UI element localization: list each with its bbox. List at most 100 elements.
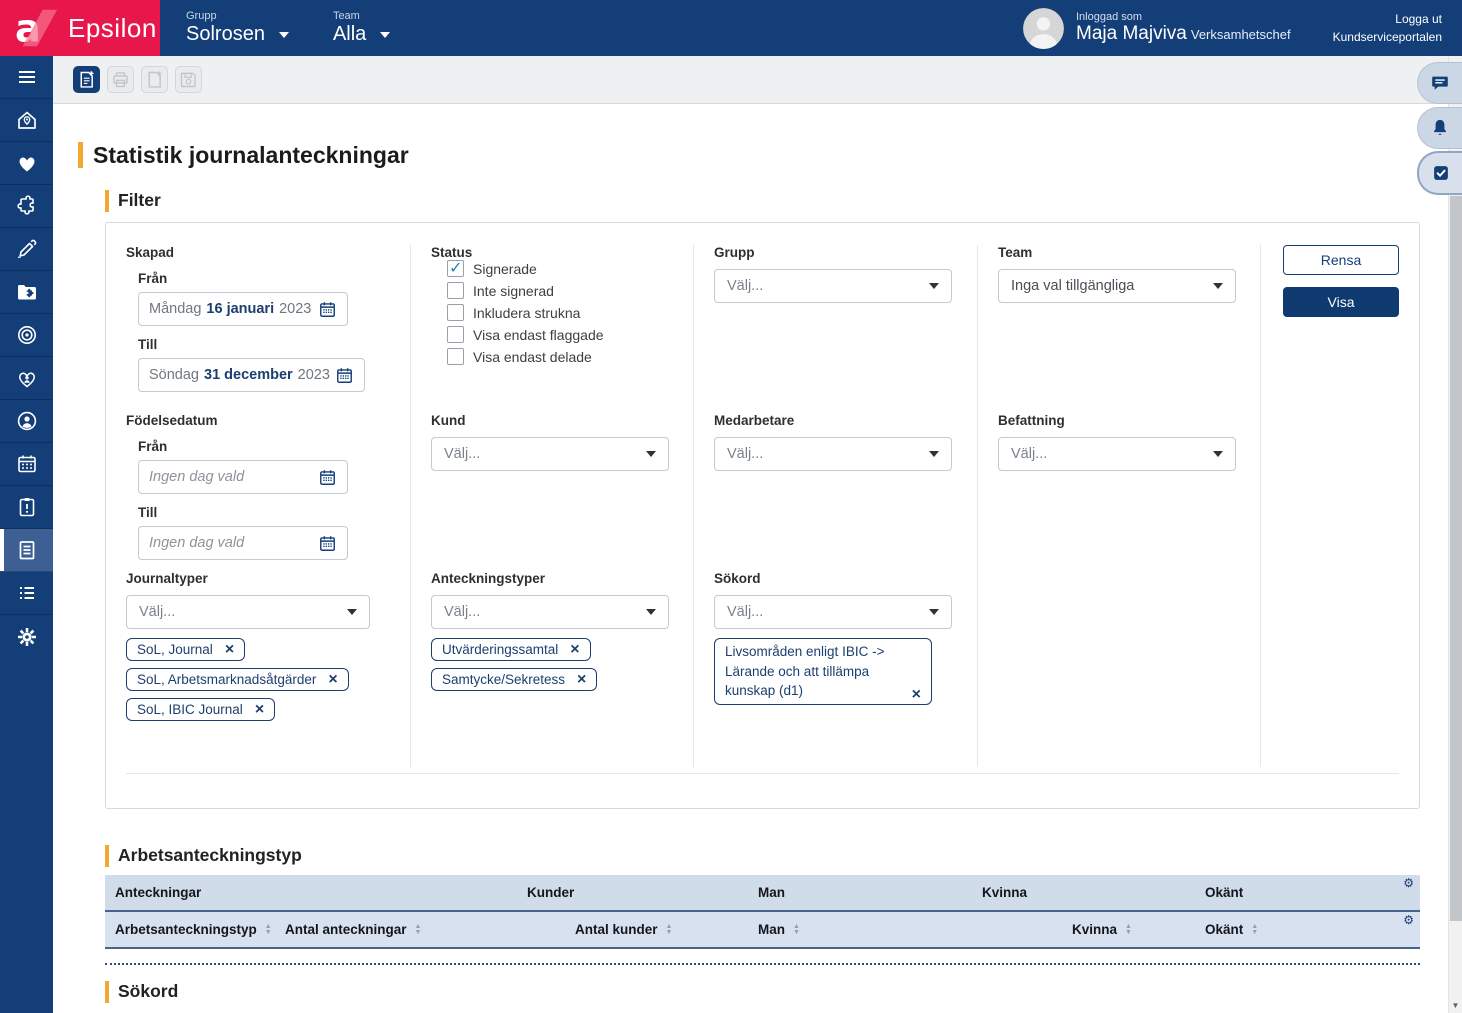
col-header-kvinna[interactable]: Kvinna▲▼ bbox=[972, 922, 1195, 937]
col-header-arbetsanteckningstyp[interactable]: Arbetsanteckningstyp▲▼ bbox=[105, 922, 275, 937]
team-value: Alla bbox=[333, 23, 366, 46]
grupp-dropdown[interactable]: Välj... bbox=[714, 269, 952, 303]
table-settings-gear-icon[interactable]: ⚙ bbox=[1403, 877, 1414, 889]
anteckningstyper-dropdown[interactable]: Välj... bbox=[431, 595, 669, 629]
remove-chip-icon[interactable]: × bbox=[912, 688, 921, 701]
calendar-picker-icon[interactable] bbox=[318, 300, 337, 319]
chip-sol-arbetsmarknadsatgarder: SoL, Arbetsmarknadsåtgärder× bbox=[126, 668, 349, 691]
col-header-antal-anteckningar[interactable]: Antal anteckningar▲▼ bbox=[275, 922, 517, 937]
check-square-icon bbox=[1430, 162, 1452, 184]
puzzle-icon bbox=[15, 194, 39, 218]
checkbox-inte-signerad[interactable]: Inte signerad bbox=[447, 282, 693, 299]
skapad-from-datefield[interactable]: Måndag 16 januari 2023 bbox=[138, 292, 348, 326]
col-header-antal-kunder[interactable]: Antal kunder▲▼ bbox=[517, 922, 748, 937]
epsilon-logo[interactable]: a Epsilon bbox=[0, 0, 160, 56]
sort-icon[interactable]: ▲▼ bbox=[265, 924, 272, 936]
checkbox-inkludera-strukna[interactable]: Inkludera strukna bbox=[447, 304, 693, 321]
calendar-picker-icon[interactable] bbox=[318, 534, 337, 553]
calendar-picker-icon[interactable] bbox=[335, 366, 354, 385]
col-header-man[interactable]: Man▲▼ bbox=[748, 922, 972, 937]
remove-chip-icon[interactable]: × bbox=[255, 703, 264, 716]
group-selector[interactable]: Grupp Solrosen bbox=[186, 10, 289, 46]
sidebar-item-home[interactable] bbox=[0, 99, 53, 142]
sidebar-item-goals[interactable] bbox=[0, 314, 53, 357]
sidebar-item-signing[interactable] bbox=[0, 228, 53, 271]
arbetsanteckningstyp-table: Anteckningar Kunder Man Kvinna Okänt ⚙ A… bbox=[105, 875, 1420, 965]
visa-button[interactable]: Visa bbox=[1283, 287, 1399, 317]
sort-icon[interactable]: ▲▼ bbox=[793, 924, 800, 936]
sidebar-item-tasks[interactable] bbox=[0, 486, 53, 529]
table-column-header-row: Arbetsanteckningstyp▲▼ Antal anteckninga… bbox=[105, 912, 1420, 949]
skapad-till-label: Till bbox=[138, 337, 410, 352]
remove-chip-icon[interactable]: × bbox=[577, 673, 586, 686]
user-info: Inloggad som Maja MajvivaVerksamhetschef bbox=[1023, 8, 1291, 49]
skapad-till-datefield[interactable]: Söndag 31 december 2023 bbox=[138, 358, 365, 392]
team-dropdown[interactable]: Inga val tillgängliga bbox=[998, 269, 1236, 303]
rensa-button[interactable]: Rensa bbox=[1283, 245, 1399, 275]
filter-team: Team Inga val tillgängliga bbox=[978, 245, 1261, 413]
add-document-button[interactable] bbox=[141, 66, 168, 93]
filter-heading: Filter bbox=[105, 190, 1462, 212]
save-button[interactable] bbox=[175, 66, 202, 93]
medarbetare-dropdown[interactable]: Välj... bbox=[714, 437, 952, 471]
customer-portal-link[interactable]: Kundserviceportalen bbox=[1333, 30, 1442, 44]
checkbox-unchecked bbox=[447, 282, 464, 299]
sidebar-item-lists[interactable] bbox=[0, 572, 53, 615]
print-icon bbox=[110, 69, 131, 90]
sidebar-item-archive[interactable] bbox=[0, 271, 53, 314]
befattning-dropdown[interactable]: Välj... bbox=[998, 437, 1236, 471]
calendar-picker-icon[interactable] bbox=[318, 468, 337, 487]
checkbox-visa-endast-flaggade[interactable]: Visa endast flaggade bbox=[447, 326, 693, 343]
remove-chip-icon[interactable]: × bbox=[570, 643, 579, 656]
notifications-pill-button[interactable] bbox=[1417, 107, 1462, 149]
remove-chip-icon[interactable]: × bbox=[225, 643, 234, 656]
checkbox-label: Signerade bbox=[473, 261, 537, 277]
sidebar-item-profile[interactable] bbox=[0, 400, 53, 443]
dropdown-value: Välj... bbox=[727, 446, 763, 462]
sokord-label: Sökord bbox=[714, 571, 977, 586]
anteckningstyper-label: Anteckningstyper bbox=[431, 571, 693, 586]
sidebar-item-calendar[interactable] bbox=[0, 443, 53, 486]
journaltyper-dropdown[interactable]: Välj... bbox=[126, 595, 370, 629]
sort-icon[interactable]: ▲▼ bbox=[1251, 924, 1258, 936]
home-pin-icon bbox=[15, 108, 39, 132]
sort-icon[interactable]: ▲▼ bbox=[666, 924, 673, 936]
sort-icon[interactable]: ▲▼ bbox=[415, 924, 422, 936]
sidebar-item-favorites[interactable] bbox=[0, 142, 53, 185]
remove-chip-icon[interactable]: × bbox=[328, 673, 337, 686]
vertical-scrollbar[interactable]: ▼ bbox=[1448, 56, 1462, 1013]
scrollbar-thumb[interactable] bbox=[1450, 196, 1462, 921]
team-selector[interactable]: Team Alla bbox=[333, 10, 390, 46]
sidebar-item-modules[interactable] bbox=[0, 185, 53, 228]
kund-dropdown[interactable]: Välj... bbox=[431, 437, 669, 471]
logout-link[interactable]: Logga ut bbox=[1333, 12, 1442, 26]
list-icon bbox=[15, 581, 39, 605]
scroll-down-arrow[interactable]: ▼ bbox=[1449, 1001, 1462, 1010]
checkbox-signerade[interactable]: Signerade bbox=[447, 260, 693, 277]
fodelsedatum-from-label: Från bbox=[138, 439, 410, 454]
chevron-down-icon bbox=[646, 609, 656, 615]
table-group-header-row: Anteckningar Kunder Man Kvinna Okänt ⚙ bbox=[105, 875, 1420, 912]
sidebar-menu-toggle[interactable] bbox=[0, 56, 53, 99]
sidebar-item-settings[interactable] bbox=[0, 615, 53, 658]
messages-pill-button[interactable] bbox=[1417, 62, 1462, 104]
sokord-dropdown[interactable]: Välj... bbox=[714, 595, 952, 629]
group-header-kunder: Kunder bbox=[517, 885, 748, 900]
checkbox-visa-endast-delade[interactable]: Visa endast delade bbox=[447, 348, 693, 365]
kund-label: Kund bbox=[431, 413, 693, 428]
new-note-button[interactable] bbox=[73, 66, 100, 93]
print-button[interactable] bbox=[107, 66, 134, 93]
col-header-okant[interactable]: Okänt▲▼ bbox=[1195, 922, 1420, 937]
table-settings-gear-icon[interactable]: ⚙ bbox=[1403, 914, 1414, 926]
sort-icon[interactable]: ▲▼ bbox=[1125, 924, 1132, 936]
tasks-pill-button[interactable] bbox=[1417, 151, 1462, 195]
fodelsedatum-from-datefield[interactable]: Ingen dag vald bbox=[138, 460, 348, 494]
arbetsanteckningstyp-heading: Arbetsanteckningstyp bbox=[105, 845, 1462, 867]
sidebar-item-customer-care[interactable] bbox=[0, 357, 53, 400]
fodelsedatum-till-datefield[interactable]: Ingen dag vald bbox=[138, 526, 348, 560]
sidebar-item-journal-statistics[interactable] bbox=[0, 529, 53, 572]
person-circle-icon bbox=[15, 409, 39, 433]
chip-label: Samtycke/Sekretess bbox=[442, 672, 565, 687]
pencil-icon bbox=[15, 237, 39, 261]
chevron-down-icon bbox=[347, 609, 357, 615]
